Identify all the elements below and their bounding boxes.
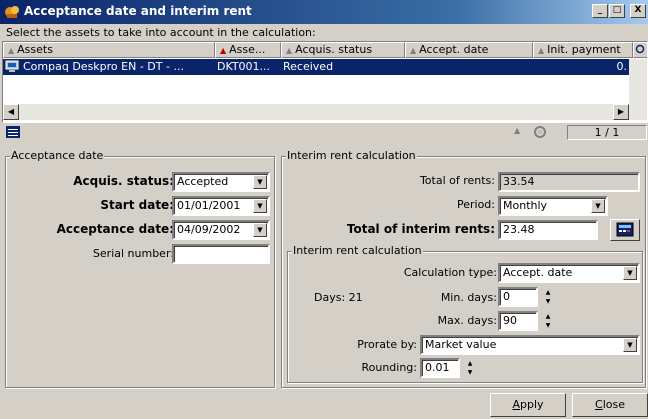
cell-acquis-status: Received (283, 60, 334, 73)
spin-down-icon[interactable]: ▼ (543, 321, 553, 330)
period-label: Period: (456, 198, 495, 211)
start-date-label: Start date: (100, 198, 174, 212)
spin-up-icon[interactable]: ▲ (465, 359, 475, 368)
column-header-init-payment[interactable]: ▲ Init. payment (533, 42, 633, 58)
column-header-acquis-status[interactable]: ▲ Acquis. status (281, 42, 405, 58)
chevron-down-icon[interactable]: ▼ (253, 223, 267, 237)
dialog-window: Acceptance date and interim rent _ □ X S… (0, 0, 648, 419)
computer-icon (5, 60, 19, 72)
acceptance-date-label: Acceptance date: (56, 222, 174, 236)
sort-arrow-icon: ▲ (286, 46, 293, 55)
serial-number-label: Serial number: (92, 247, 174, 260)
app-icon (5, 6, 19, 18)
list-status-bar: ▲ 1 / 1 (2, 124, 648, 142)
maximize-button[interactable]: □ (609, 4, 625, 18)
scroll-right-button[interactable]: ▶ (613, 104, 629, 120)
interim-rent-legend: Interim rent calculation (286, 149, 417, 162)
sort-arrow-icon: ▲ (538, 46, 545, 55)
chevron-down-icon[interactable]: ▼ (253, 175, 267, 189)
sort-arrow-icon: ▲ (8, 46, 15, 55)
acceptance-date-legend: Acceptance date (10, 149, 105, 162)
grid-icon[interactable] (6, 126, 20, 138)
max-days-label: Max. days: (437, 314, 497, 327)
chevron-down-icon[interactable]: ▼ (591, 199, 605, 213)
spin-down-icon[interactable]: ▼ (543, 297, 553, 306)
min-days-field[interactable]: 0 (498, 287, 538, 307)
calculate-button[interactable] (610, 219, 640, 241)
assets-list[interactable]: ▲ Assets ▲ Asse... ▲ Acquis. status ▲ Accept… (2, 41, 648, 123)
calculator-icon (616, 222, 634, 237)
spin-down-icon[interactable]: ▼ (465, 368, 475, 377)
scroll-left-button[interactable]: ◀ (3, 104, 19, 120)
acceptance-date-group: Acceptance date Acquis. status: Accepted… (5, 149, 275, 388)
cell-init-payment: 0. (616, 60, 628, 73)
close-button[interactable]: X (630, 4, 646, 18)
column-chooser-icon[interactable] (633, 42, 647, 58)
serial-number-field[interactable] (172, 244, 270, 264)
total-rents-field: 33.54 (498, 172, 640, 192)
days-text: Days: 21 (314, 291, 363, 304)
calculation-type-label: Calculation type: (403, 266, 497, 279)
min-days-spinner[interactable]: ▲ ▼ (543, 288, 553, 306)
horizontal-scrollbar[interactable]: ◀ ▶ (3, 104, 647, 120)
max-days-field[interactable]: 90 (498, 311, 538, 331)
close-dialog-button[interactable]: Close (572, 393, 648, 417)
chevron-down-icon[interactable]: ▼ (623, 338, 637, 352)
refresh-icon[interactable] (532, 125, 548, 139)
acquis-status-label: Acquis. status: (73, 174, 174, 188)
vertical-scrollbar[interactable] (629, 59, 647, 104)
acquis-status-select[interactable]: Accepted ▼ (172, 172, 270, 192)
total-interim-label: Total of interim rents: (346, 222, 495, 236)
sort-arrow-icon: ▲ (514, 126, 521, 135)
column-header-accept-date[interactable]: ▲ Accept. date (405, 42, 533, 58)
prorate-by-label: Prorate by: (357, 338, 417, 351)
instruction-text: Select the assets to take into account i… (6, 26, 316, 39)
sort-arrow-icon: ▲ (410, 46, 417, 55)
rounding-field[interactable]: 0.01 (420, 358, 460, 378)
title-bar[interactable]: Acceptance date and interim rent _ □ X (0, 0, 648, 24)
rounding-label: Rounding: (361, 361, 417, 374)
rounding-spinner[interactable]: ▲ ▼ (465, 359, 475, 377)
column-header-asset-tag[interactable]: ▲ Asse... (215, 42, 281, 58)
spin-up-icon[interactable]: ▲ (543, 288, 553, 297)
sort-arrow-icon: ▲ (220, 46, 227, 55)
chevron-down-icon[interactable]: ▼ (253, 199, 267, 213)
interim-rent-group: Interim rent calculation Total of rents:… (281, 149, 646, 388)
cell-asset: Compaq Deskpro EN - DT - ... (23, 60, 184, 73)
minimize-button[interactable]: _ (592, 4, 608, 18)
calculation-type-select[interactable]: Accept. date ▼ (498, 263, 640, 283)
spin-up-icon[interactable]: ▲ (543, 312, 553, 321)
interim-rent-subgroup: Interim rent calculation Calculation typ… (287, 244, 643, 383)
apply-button[interactable]: Apply (490, 393, 566, 417)
period-select[interactable]: Monthly ▼ (498, 196, 608, 216)
interim-rent-sublegend: Interim rent calculation (292, 244, 423, 257)
total-rents-label: Total of rents: (419, 174, 495, 187)
cell-asset-tag: DKT001... (217, 60, 271, 73)
window-title: Acceptance date and interim rent (24, 4, 252, 18)
record-count: 1 / 1 (567, 125, 647, 140)
max-days-spinner[interactable]: ▲ ▼ (543, 312, 553, 330)
chevron-down-icon[interactable]: ▼ (623, 266, 637, 280)
start-date-field[interactable]: 01/01/2001 ▼ (172, 196, 270, 216)
total-interim-field[interactable]: 23.48 (498, 220, 598, 240)
acceptance-date-field[interactable]: 04/09/2002 ▼ (172, 220, 270, 240)
table-row[interactable]: Compaq Deskpro EN - DT - ... DKT001... R… (3, 59, 647, 75)
prorate-by-select[interactable]: Market value ▼ (420, 335, 640, 355)
column-header-assets[interactable]: ▲ Assets (3, 42, 215, 58)
min-days-label: Min. days: (440, 291, 497, 304)
